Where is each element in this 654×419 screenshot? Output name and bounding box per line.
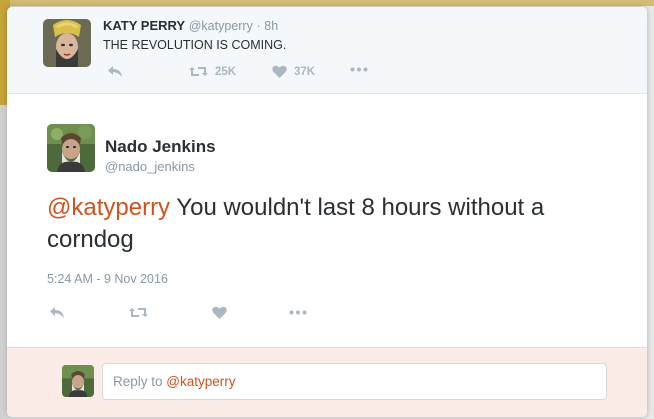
more-button[interactable] — [350, 67, 368, 72]
reply-input[interactable]: Reply to @katyperry — [102, 363, 607, 400]
like-count: 37K — [294, 65, 316, 78]
reply-arrow-icon — [49, 306, 65, 319]
separator: · — [256, 19, 261, 33]
parent-tweet[interactable]: KATY PERRY @katyperry · 8h THE REVOLUTIO… — [7, 7, 647, 94]
author-name[interactable]: Nado Jenkins — [105, 137, 216, 157]
reply-placeholder: Reply to — [113, 374, 167, 389]
main-tweet: Nado Jenkins @nado_jenkins @katyperry Yo… — [7, 94, 647, 347]
more-button[interactable] — [289, 310, 307, 315]
author-handle[interactable]: @katyperry — [189, 19, 253, 33]
reply-composer: Reply to @katyperry — [7, 347, 647, 417]
reply-mention: @katyperry — [166, 374, 236, 389]
heart-icon — [212, 306, 227, 319]
more-dots-icon — [289, 310, 307, 315]
retweet-button[interactable]: 25K — [189, 65, 236, 78]
avatar[interactable] — [43, 19, 91, 67]
reply-arrow-icon — [107, 65, 123, 78]
backdrop-banner — [0, 0, 654, 6]
tweet-actions — [47, 304, 347, 320]
reply-button[interactable] — [49, 306, 65, 319]
author-name[interactable]: KATY PERRY — [103, 18, 185, 33]
avatar[interactable] — [47, 124, 95, 172]
tweet-actions: 25K 37K — [103, 65, 403, 81]
tweet-text: THE REVOLUTION IS COMING. — [103, 38, 287, 52]
tweet-text: @katyperry You wouldn't last 8 hours wit… — [47, 192, 607, 256]
avatar — [62, 365, 94, 397]
like-button[interactable]: 37K — [272, 65, 315, 78]
reply-button[interactable] — [107, 65, 123, 78]
parent-tweet-header: KATY PERRY @katyperry · 8h — [103, 18, 278, 33]
more-dots-icon — [350, 67, 368, 72]
tweet-time[interactable]: 8h — [264, 19, 278, 33]
tweet-timestamp[interactable]: 5:24 AM - 9 Nov 2016 — [47, 272, 168, 286]
author-handle[interactable]: @nado_jenkins — [105, 159, 195, 174]
retweet-button[interactable] — [129, 306, 148, 319]
tweet-permalink-modal: KATY PERRY @katyperry · 8h THE REVOLUTIO… — [7, 7, 647, 417]
heart-icon — [272, 65, 287, 78]
retweet-icon — [189, 65, 208, 78]
mention-link[interactable]: @katyperry — [47, 194, 170, 221]
retweet-count: 25K — [215, 65, 237, 78]
retweet-icon — [129, 306, 148, 319]
like-button[interactable] — [212, 306, 227, 319]
